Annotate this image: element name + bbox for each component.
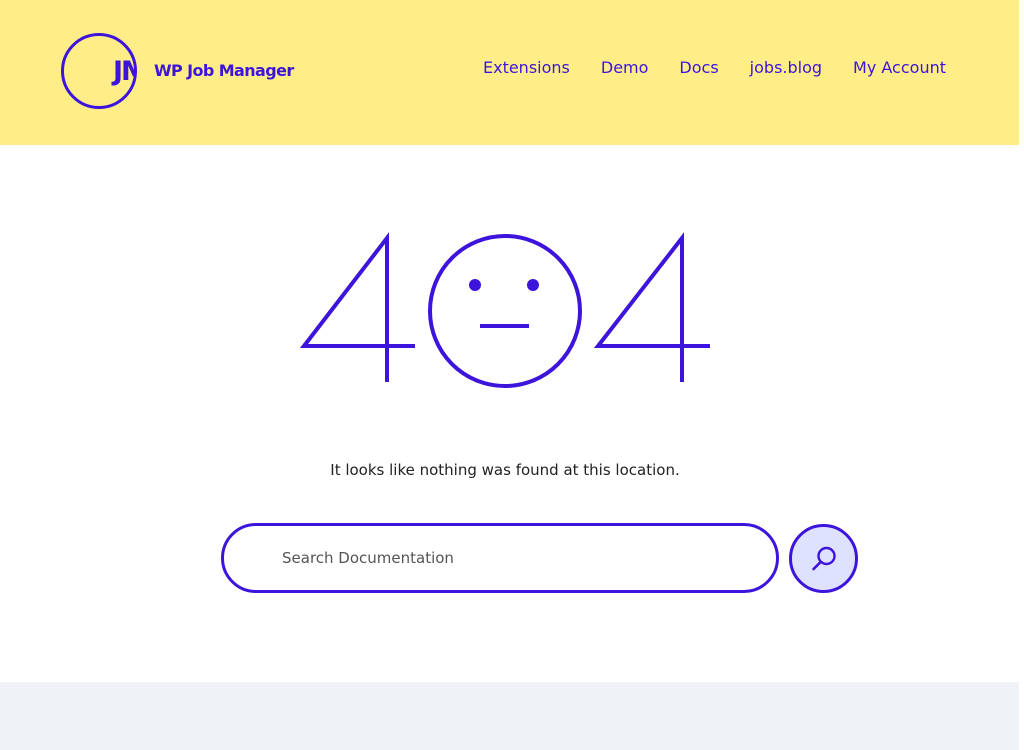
logo-home-link[interactable]: JM WP Job Manager — [61, 32, 294, 109]
face-left-eye — [469, 279, 481, 291]
not-found-message: It looks like nothing was found at this … — [330, 461, 680, 479]
logo-mark-icon: JM — [61, 32, 137, 109]
brand-name: WP Job Manager — [154, 61, 294, 80]
digit-four-left — [300, 232, 415, 382]
logo-monogram: JM — [111, 56, 137, 87]
face-outline — [428, 234, 582, 388]
face-right-eye — [527, 279, 539, 291]
footer-band — [0, 682, 1019, 750]
digit-four-right — [593, 232, 710, 382]
site-header: JM WP Job Manager Extensions Demo Docs j… — [0, 0, 1019, 145]
nav-jobs-blog[interactable]: jobs.blog — [750, 58, 822, 77]
nav-docs[interactable]: Docs — [679, 58, 718, 77]
main-nav: Extensions Demo Docs jobs.blog My Accoun… — [483, 58, 946, 77]
search-icon — [811, 546, 836, 570]
error-404-graphic — [300, 232, 710, 388]
nav-demo[interactable]: Demo — [601, 58, 649, 77]
nav-extensions[interactable]: Extensions — [483, 58, 570, 77]
search-form — [221, 523, 861, 593]
nav-my-account[interactable]: My Account — [853, 58, 946, 77]
page: JM WP Job Manager Extensions Demo Docs j… — [0, 0, 1024, 750]
search-input[interactable] — [221, 523, 779, 593]
search-button[interactable] — [789, 524, 858, 593]
